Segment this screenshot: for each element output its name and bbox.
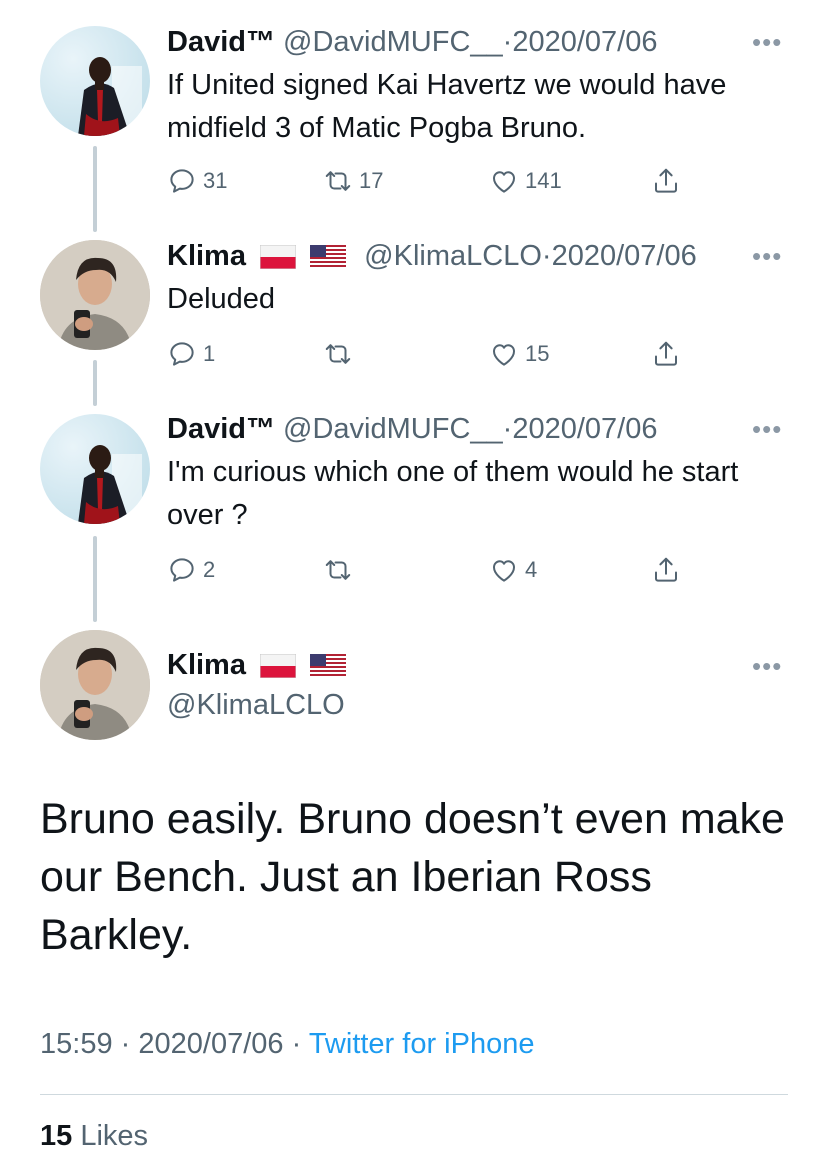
- retweet-icon: [325, 344, 351, 364]
- avatar[interactable]: [40, 240, 150, 350]
- share-button[interactable]: [651, 553, 687, 587]
- share-icon: [655, 168, 677, 193]
- reply-count: 31: [203, 168, 228, 193]
- reply-header: David™ @DavidMUFC__·2020/07/06: [167, 24, 657, 60]
- author-handle[interactable]: @DavidMUFC__: [283, 413, 503, 445]
- separator: ·: [502, 413, 513, 445]
- poland-flag-icon: [260, 245, 297, 270]
- action-bar: 1 15: [167, 337, 707, 371]
- thread-line: [93, 360, 97, 406]
- tweet-text: I'm curious which one of them would he s…: [167, 456, 739, 531]
- tweet-text: Deluded: [167, 283, 276, 315]
- reply-count: 2: [203, 557, 216, 582]
- author-name[interactable]: David™: [167, 26, 275, 58]
- heart-icon: [493, 344, 515, 366]
- reply-button[interactable]: 2: [167, 553, 215, 587]
- share-button[interactable]: [651, 337, 687, 371]
- action-bar: 2 4: [167, 553, 707, 587]
- avatar[interactable]: [40, 26, 150, 136]
- reply-icon: [170, 558, 194, 582]
- more-options-icon[interactable]: •••: [752, 416, 782, 442]
- likes-count: 15: [40, 1120, 73, 1152]
- thread-line: [93, 146, 97, 232]
- tweet-date[interactable]: 2020/07/06: [512, 26, 657, 58]
- like-button[interactable]: 4: [489, 553, 537, 587]
- reply-header: David™ @DavidMUFC__·2020/07/06: [167, 411, 657, 447]
- avatar[interactable]: [40, 630, 150, 740]
- divider: [40, 1094, 788, 1095]
- tweet-meta: 15:59 · 2020/07/06 · Twitter for iPhone: [40, 1024, 534, 1064]
- retweet-button[interactable]: [323, 553, 359, 587]
- reply-icon: [170, 169, 194, 193]
- tweet-date[interactable]: 2020/07/06: [512, 413, 657, 445]
- separator: ·: [541, 240, 552, 272]
- tweet-date[interactable]: 2020/07/06: [138, 1028, 283, 1060]
- heart-icon: [493, 171, 515, 193]
- avatar[interactable]: [40, 414, 150, 524]
- like-button[interactable]: 141: [489, 164, 562, 198]
- action-bar: 31 17 141: [167, 164, 707, 198]
- tweet-time[interactable]: 15:59: [40, 1028, 113, 1060]
- like-button[interactable]: 15: [489, 337, 549, 371]
- retweet-count: 17: [359, 168, 384, 193]
- more-options-icon[interactable]: •••: [752, 243, 782, 269]
- like-count: 4: [525, 557, 538, 582]
- author-handle[interactable]: @KlimaLCLO: [364, 240, 542, 272]
- like-count: 141: [525, 168, 562, 193]
- likes-label: Likes: [80, 1120, 149, 1152]
- heart-icon: [493, 560, 515, 582]
- main-tweet-text: Bruno easily. Bruno doesn’t even make ou…: [40, 795, 785, 959]
- usa-flag-icon: [310, 654, 347, 679]
- share-icon: [655, 341, 677, 366]
- tweet-date[interactable]: 2020/07/06: [552, 240, 697, 272]
- poland-flag-icon: [260, 654, 297, 679]
- share-icon: [655, 557, 677, 582]
- share-button[interactable]: [651, 164, 687, 198]
- separator: ·: [291, 1028, 302, 1060]
- author-name[interactable]: David™: [167, 413, 275, 445]
- separator: ·: [120, 1028, 131, 1060]
- main-author: Klima: [167, 646, 347, 684]
- more-options-icon[interactable]: •••: [752, 653, 782, 679]
- separator: ·: [502, 26, 513, 58]
- like-count: 15: [525, 341, 550, 366]
- usa-flag-icon: [310, 245, 347, 270]
- reply-button[interactable]: 31: [167, 164, 227, 198]
- thread-line: [93, 536, 97, 622]
- more-options-icon[interactable]: •••: [752, 29, 782, 55]
- retweet-icon: [325, 171, 351, 191]
- reply-icon: [170, 342, 194, 366]
- retweet-button[interactable]: 17: [323, 164, 383, 198]
- author-handle[interactable]: @DavidMUFC__: [283, 26, 503, 58]
- author-name[interactable]: Klima: [167, 649, 246, 681]
- reply-header: Klima @KlimaLCLO·2020/07/06: [167, 238, 697, 274]
- likes-summary[interactable]: 15 Likes: [40, 1118, 148, 1154]
- tweet-text: If United signed Kai Havertz we would ha…: [167, 69, 727, 144]
- tweet-source-link[interactable]: Twitter for iPhone: [309, 1028, 535, 1060]
- retweet-icon: [325, 560, 351, 580]
- author-handle[interactable]: @KlimaLCLO: [167, 686, 345, 724]
- reply-button[interactable]: 1: [167, 337, 215, 371]
- author-name[interactable]: Klima: [167, 240, 246, 272]
- retweet-button[interactable]: [323, 337, 359, 371]
- reply-count: 1: [203, 341, 216, 366]
